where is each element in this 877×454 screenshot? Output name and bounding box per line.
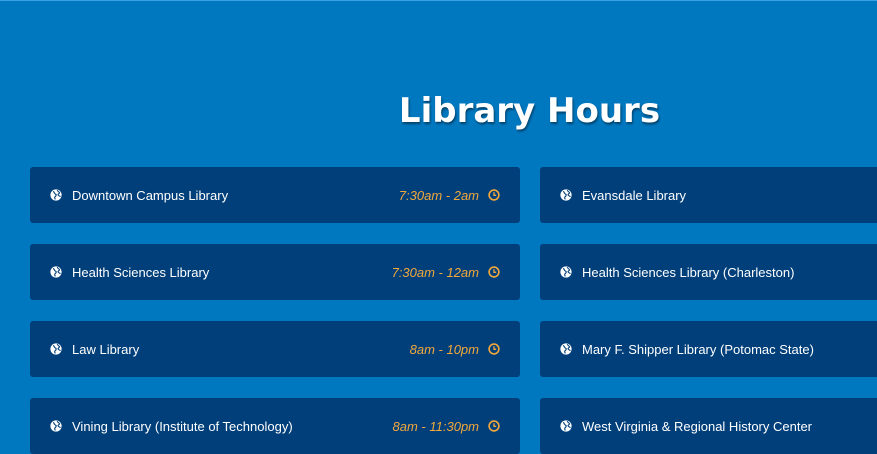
- library-hours: 7:30am - 12am: [391, 264, 479, 280]
- globe-icon: [50, 266, 62, 278]
- library-name: Health Sciences Library (Charleston): [582, 264, 795, 280]
- clock-icon: [488, 189, 500, 201]
- library-card-wv-regional-history[interactable]: West Virginia & Regional History Center: [540, 398, 877, 454]
- library-hours: 7:30am - 2am: [398, 187, 479, 203]
- library-name: Health Sciences Library: [72, 264, 210, 280]
- globe-icon: [50, 189, 62, 201]
- globe-icon: [560, 343, 572, 355]
- globe-icon: [560, 420, 572, 432]
- library-name: Evansdale Library: [582, 187, 687, 203]
- library-name: Downtown Campus Library: [72, 187, 229, 203]
- library-card-mary-f-shipper[interactable]: Mary F. Shipper Library (Potomac State): [540, 321, 877, 377]
- globe-icon: [50, 343, 62, 355]
- globe-icon: [560, 266, 572, 278]
- library-card-evansdale[interactable]: Evansdale Library: [540, 167, 877, 223]
- library-name: Mary F. Shipper Library (Potomac State): [582, 341, 814, 357]
- library-card-health-sciences-charleston[interactable]: Health Sciences Library (Charleston): [540, 244, 877, 300]
- library-hours: 8am - 11:30pm: [392, 418, 479, 434]
- clock-icon: [488, 266, 500, 278]
- clock-icon: [488, 343, 500, 355]
- page-title: Library Hours: [398, 91, 661, 131]
- library-name: Law Library: [72, 341, 140, 357]
- library-card-health-sciences[interactable]: Health Sciences Library 7:30am - 12am: [30, 244, 520, 300]
- library-name: Vining Library (Institute of Technology): [72, 418, 293, 434]
- library-name: West Virginia & Regional History Center: [582, 418, 813, 434]
- globe-icon: [50, 420, 62, 432]
- library-card-vining[interactable]: Vining Library (Institute of Technology)…: [30, 398, 520, 454]
- library-card-downtown-campus[interactable]: Downtown Campus Library 7:30am - 2am: [30, 167, 520, 223]
- globe-icon: [560, 189, 572, 201]
- library-hours: 8am - 10pm: [409, 341, 479, 357]
- clock-icon: [488, 420, 500, 432]
- library-card-law[interactable]: Law Library 8am - 10pm: [30, 321, 520, 377]
